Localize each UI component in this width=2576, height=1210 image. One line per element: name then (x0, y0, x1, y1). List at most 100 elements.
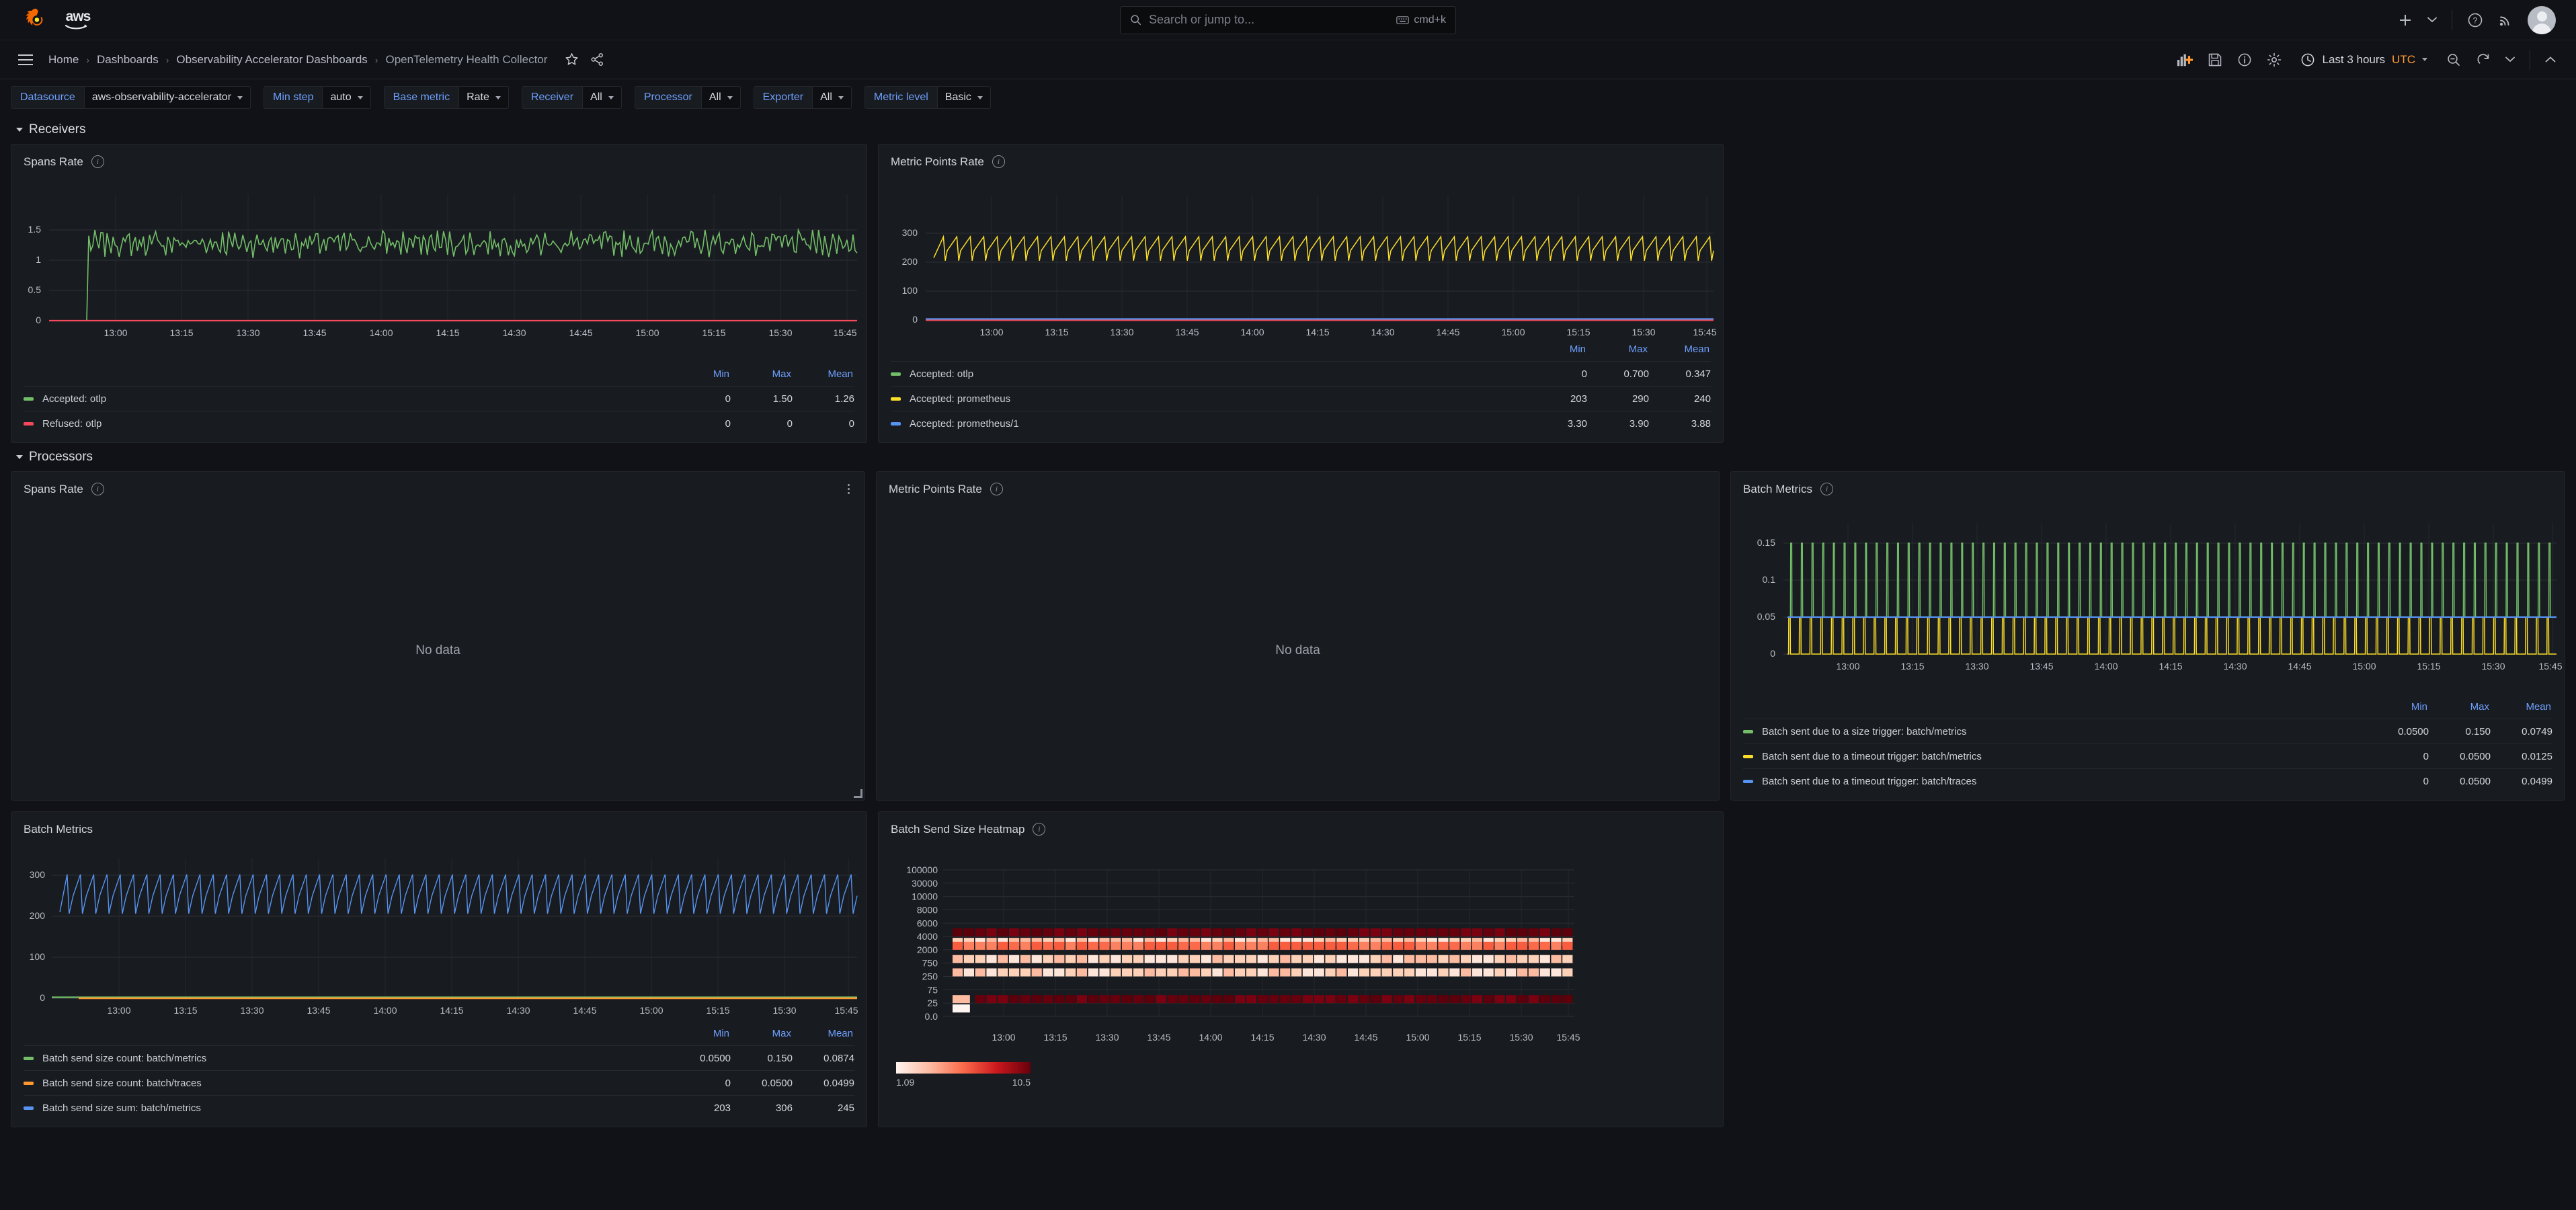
svg-text:14:00: 14:00 (373, 1005, 397, 1016)
legend-row[interactable]: Batch sent due to a size trigger: batch/… (1743, 719, 2552, 743)
legend-max-value: 0.150 (2465, 725, 2491, 737)
variable-value-base-metric[interactable]: Rate (458, 86, 509, 109)
chevron-down-icon (977, 95, 983, 99)
add-panel-icon[interactable] (2177, 52, 2193, 67)
legend-mean-value: 0.347 (1685, 368, 1711, 380)
legend-header-max[interactable]: Max (1586, 344, 1648, 361)
legend-header-min[interactable]: Min (668, 368, 729, 386)
panel-chart-area[interactable]: 300 200 100 0 13:00 13:15 13:30 13:45 14:00… (879, 174, 1723, 344)
legend-row[interactable]: Batch sent due to a timeout trigger: bat… (1743, 743, 2552, 768)
svg-text:13:15: 13:15 (1045, 327, 1068, 337)
panel-description-info-icon[interactable]: i (1033, 823, 1046, 836)
variable-value-min-step[interactable]: auto (322, 86, 371, 109)
plus-icon[interactable] (2398, 13, 2413, 28)
panel-chart-area[interactable]: 1.5 1 0.5 0 13:00 13:15 13:30 13:45 14:00 14… (11, 174, 867, 368)
legend-max-value: 0.0500 (762, 1077, 793, 1089)
breadcrumb-item-current-dashboard[interactable]: OpenTelemetry Health Collector (385, 53, 547, 67)
variable-value-processor[interactable]: All (700, 86, 741, 109)
legend-row[interactable]: Accepted: otlp 0 1.50 1.26 (24, 386, 854, 411)
legend-header-mean[interactable]: Mean (791, 368, 853, 386)
row-header-receivers[interactable]: Receivers (11, 116, 2565, 144)
svg-text:100: 100 (30, 951, 46, 962)
panel-description-info-icon[interactable]: i (1820, 483, 1833, 495)
gear-icon[interactable] (2267, 52, 2282, 67)
top-navigation-bar: aws Search or jump to... cmd+k ? (0, 0, 2576, 40)
svg-text:13:15: 13:15 (169, 327, 193, 338)
svg-text:13:15: 13:15 (1900, 661, 1924, 672)
menu-toggle-icon[interactable] (12, 46, 39, 73)
legend-max-value: 0.0500 (2460, 775, 2491, 787)
legend-header-min[interactable]: Min (1524, 344, 1586, 361)
svg-text:14:30: 14:30 (2223, 661, 2247, 672)
legend-header-max[interactable]: Max (2427, 701, 2489, 719)
star-icon[interactable] (565, 52, 579, 67)
variable-value-metric-level[interactable]: Basic (936, 86, 991, 109)
legend-color-swatch[interactable] (891, 397, 901, 401)
legend-color-swatch[interactable] (1743, 779, 1753, 783)
legend-row[interactable]: Batch send size count: batch/traces 0 0.… (24, 1070, 854, 1095)
legend-color-swatch[interactable] (24, 1106, 34, 1110)
legend-row[interactable]: Accepted: otlp 0 0.700 0.347 (891, 361, 1711, 386)
panel-chart-area[interactable]: 300 200 100 0 13:00 13:15 13:30 13:45 14:00… (11, 842, 867, 1028)
panel-resize-handle[interactable] (853, 789, 862, 798)
panel-chart-area[interactable]: No data (877, 501, 1719, 800)
legend-row[interactable]: Batch send size sum: batch/metrics 203 3… (24, 1095, 854, 1120)
news-icon[interactable] (2498, 13, 2513, 28)
legend-color-swatch[interactable] (1743, 729, 1753, 733)
panel-chart-area[interactable]: 100000 30000 10000 8000 6000 4000 2000 750 250 75… (879, 842, 1723, 1127)
refresh-interval-chevron-icon[interactable] (2505, 56, 2515, 63)
panel-description-info-icon[interactable]: i (91, 483, 104, 495)
legend-color-swatch[interactable] (24, 421, 34, 426)
legend-header-mean[interactable]: Mean (791, 1028, 853, 1045)
legend-header-max[interactable]: Max (729, 368, 791, 386)
variable-value-text: Rate (467, 91, 489, 103)
legend-row[interactable]: Accepted: prometheus/1 3.30 3.90 3.88 (891, 411, 1711, 436)
legend-header-min[interactable]: Min (2366, 701, 2427, 719)
legend-color-swatch[interactable] (1743, 754, 1753, 758)
refresh-icon[interactable] (2476, 52, 2491, 67)
heatmap-legend-max: 10.5 (1012, 1077, 1031, 1088)
legend-header-max[interactable]: Max (729, 1028, 791, 1045)
legend-series-name: Batch sent due to a size trigger: batch/… (1762, 725, 1967, 737)
legend-row[interactable]: Accepted: prometheus 203 290 240 (891, 386, 1711, 411)
legend-row[interactable]: Refused: otlp 0 0 0 (24, 411, 854, 436)
legend-header-mean[interactable]: Mean (2489, 701, 2551, 719)
svg-text:15:45: 15:45 (834, 1005, 858, 1016)
legend-color-swatch[interactable] (24, 1081, 34, 1085)
panel-menu-icon[interactable] (845, 481, 852, 497)
zoom-out-time-range-icon[interactable] (2446, 52, 2461, 67)
breadcrumb-item-dashboards[interactable]: Dashboards (97, 53, 159, 67)
dashboard-info-icon[interactable] (2237, 52, 2252, 67)
breadcrumb-item-home[interactable]: Home (48, 53, 79, 67)
svg-text:0: 0 (912, 314, 918, 325)
panel-title: Batch Metrics (24, 822, 93, 836)
panel-description-info-icon[interactable]: i (990, 483, 1003, 495)
grafana-logo-icon[interactable] (23, 7, 48, 33)
help-icon[interactable]: ? (2467, 12, 2483, 28)
panel-chart-area[interactable]: No data (11, 501, 864, 800)
time-range-picker[interactable]: Last 3 hours UTC (2296, 48, 2431, 72)
legend-color-swatch[interactable] (24, 397, 34, 401)
legend-color-swatch[interactable] (891, 421, 901, 426)
legend-header-min[interactable]: Min (668, 1028, 729, 1045)
row-header-processors[interactable]: Processors (11, 443, 2565, 471)
panel-description-info-icon[interactable]: i (91, 155, 104, 168)
breadcrumb-item-observability-accelerator[interactable]: Observability Accelerator Dashboards (176, 53, 367, 67)
collapse-toolbar-icon[interactable] (2545, 56, 2556, 63)
avatar[interactable] (2528, 5, 2556, 34)
legend-color-swatch[interactable] (891, 372, 901, 376)
legend-row[interactable]: Batch sent due to a timeout trigger: bat… (1743, 768, 2552, 793)
variable-value-datasource[interactable]: aws-observability-accelerator (83, 86, 251, 109)
variable-value-receiver[interactable]: All (582, 86, 622, 109)
chevron-down-icon (608, 95, 614, 99)
panel-chart-area[interactable]: 0.15 0.1 0.05 0 13:00 13:15 13:30 13:45 14:… (1731, 501, 2565, 701)
save-dashboard-icon[interactable] (2208, 52, 2222, 67)
legend-row[interactable]: Batch send size count: batch/metrics 0.0… (24, 1045, 854, 1070)
share-icon[interactable] (590, 52, 604, 67)
chevron-down-icon[interactable] (2427, 17, 2437, 23)
legend-header-mean[interactable]: Mean (1648, 344, 1709, 361)
panel-description-info-icon[interactable]: i (992, 155, 1005, 168)
variable-value-exporter[interactable]: All (812, 86, 852, 109)
legend-color-swatch[interactable] (24, 1056, 34, 1060)
search-input[interactable]: Search or jump to... cmd+k (1120, 5, 1456, 34)
